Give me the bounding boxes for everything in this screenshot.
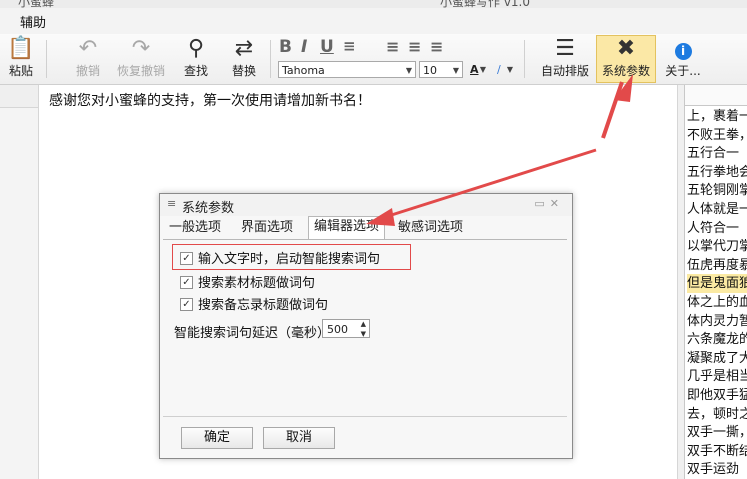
list-item[interactable]: 不败王拳， <box>687 126 747 145</box>
align-center-icon[interactable]: ≡ <box>408 37 421 56</box>
list-item[interactable]: 双手一撕， <box>687 423 747 442</box>
chevron-down-icon: ▼ <box>452 66 459 75</box>
menu-icon: ≡ <box>167 197 177 210</box>
dialog-title-bar: ≡ 系统参数 ▭✕ <box>160 194 572 216</box>
replace-icon: ⇄ <box>234 36 254 61</box>
list-item[interactable]: 凝聚成了大 <box>687 349 747 368</box>
paste-button[interactable]: 📋 粘贴 <box>6 36 36 82</box>
list-item[interactable]: 以掌代刀掌 <box>687 237 747 256</box>
toolbar: 📋 粘贴 ↶ 撤销 ↷ 恢复撤销 ⚲ 查找 ⇄ 替换 B I U ≡ ≡ ≡ ≡… <box>0 34 747 85</box>
redo-button[interactable]: ↷ 恢复撤销 <box>112 36 170 82</box>
auto-layout-button[interactable]: ☰ 自动排版 <box>536 36 594 82</box>
cancel-button[interactable]: 取消 <box>263 427 335 449</box>
system-params-dialog: ≡ 系统参数 ▭✕ 一般选项 界面选项 编辑器选项 敏感词选项 ✓ 输入文字时，启… <box>159 193 573 459</box>
font-size-select[interactable]: 10 ▼ <box>419 61 463 78</box>
spinner-arrows-icon[interactable]: ▲ ▼ <box>361 319 366 339</box>
delay-label: 智能搜索词句延迟（毫秒） <box>174 326 322 341</box>
left-panel <box>0 85 39 479</box>
underline-button[interactable]: U <box>320 37 334 57</box>
tab-sensitive-words[interactable]: 敏感词选项 <box>393 218 468 238</box>
tab-editor[interactable]: 编辑器选项 <box>308 216 386 240</box>
list-item[interactable]: 但是鬼面狼 <box>687 274 747 294</box>
ok-button[interactable]: 确定 <box>181 427 253 449</box>
option-memo-titles[interactable]: ✓ 搜索备忘录标题做词句 <box>180 294 328 313</box>
list-item[interactable]: 上，裹着一 <box>687 107 747 126</box>
option-smart-search[interactable]: ✓ 输入文字时，启动智能搜索词句 <box>180 248 380 267</box>
font-name-select[interactable]: Tahoma ▼ <box>278 61 416 78</box>
chevron-down-icon: ▼ <box>506 65 513 74</box>
tab-interface[interactable]: 界面选项 <box>236 218 298 238</box>
dialog-button-bar: 确定 取消 <box>163 416 567 453</box>
align-left-icon[interactable]: ≡ <box>386 37 399 56</box>
chevron-down-icon: ▼ <box>405 66 412 75</box>
tab-general[interactable]: 一般选项 <box>164 218 226 238</box>
strikethrough-icon[interactable]: ≡ <box>343 37 356 55</box>
editor-text: 感谢您对小蜜蜂的支持，第一次使用请增加新书名！ <box>49 93 371 109</box>
delay-spinbox[interactable]: 500 ▲ ▼ <box>322 319 370 338</box>
list-item[interactable]: 六条魔龙的 <box>687 330 747 349</box>
list-item[interactable]: 双手运劲 <box>687 460 747 479</box>
list-item[interactable]: 双手不断结 <box>687 442 747 461</box>
toolbar-divider <box>46 40 47 78</box>
material-panel-header <box>685 85 747 106</box>
checkbox-checked[interactable]: ✓ <box>180 298 193 311</box>
toolbar-divider <box>270 40 271 78</box>
font-color-button[interactable]: A ▼ <box>467 61 489 78</box>
undo-button[interactable]: ↶ 撤销 <box>70 36 106 82</box>
menu-item-assist[interactable]: 辅助 <box>20 12 46 31</box>
list-item[interactable]: 即他双手猛 <box>687 386 747 405</box>
redo-icon: ↷ <box>131 36 151 61</box>
list-item[interactable]: 人体就是一 <box>687 200 747 219</box>
option-material-titles[interactable]: ✓ 搜索素材标题做词句 <box>180 272 315 291</box>
undo-icon: ↶ <box>78 36 98 61</box>
bold-button[interactable]: B <box>279 37 292 57</box>
about-button[interactable]: i 关于... <box>658 36 708 82</box>
list-item[interactable]: 去，顿时之 <box>687 405 747 424</box>
align-right-icon[interactable]: ≡ <box>430 37 443 56</box>
list-item[interactable]: 伍虎再度暴 <box>687 256 747 275</box>
highlight-color-button[interactable]: ∕ ▼ <box>494 61 516 78</box>
list-item[interactable]: 体内灵力暂 <box>687 312 747 331</box>
material-panel: 上，裹着一 不败王拳， 五行合一 五行拳地会 五轮铜刚掌 人体就是一 人符合一 以掌代刀掌 伍虎… <box>684 85 747 479</box>
list-item[interactable]: 几乎是相当 <box>687 367 747 386</box>
window-controls[interactable]: ▭✕ <box>534 197 564 210</box>
menu-bar: 辅助 <box>0 8 747 35</box>
clipboard-icon: 📋 <box>7 36 35 61</box>
replace-button[interactable]: ⇄ 替换 <box>228 36 260 82</box>
list-item[interactable]: 五行合一 <box>687 144 747 163</box>
list-item[interactable]: 体之上的血 <box>687 293 747 312</box>
system-params-button[interactable]: ✖ 系统参数 <box>596 35 656 83</box>
left-panel-header <box>0 85 38 108</box>
info-icon: i <box>658 36 708 62</box>
toolbar-divider <box>524 40 525 78</box>
search-icon: ⚲ <box>187 36 205 61</box>
checkbox-checked[interactable]: ✓ <box>180 276 193 289</box>
chevron-down-icon: ▼ <box>479 65 486 74</box>
list-item[interactable]: 五行拳地会 <box>687 163 747 182</box>
title-bar: 小蜜蜂 小蜜蜂写作 v1.0 <box>0 0 747 8</box>
list-item[interactable]: 五轮铜刚掌 <box>687 181 747 200</box>
layout-icon: ☰ <box>555 36 575 61</box>
list-item[interactable]: 人符合一 <box>687 219 747 238</box>
tools-icon: ✖ <box>616 36 636 61</box>
checkbox-checked[interactable]: ✓ <box>180 252 193 265</box>
dialog-title: 系统参数 <box>182 201 235 216</box>
italic-button[interactable]: I <box>301 37 307 57</box>
window-title-left: 小蜜蜂 <box>18 0 55 8</box>
window-title: 小蜜蜂写作 v1.0 <box>440 0 531 8</box>
find-button[interactable]: ⚲ 查找 <box>180 36 212 82</box>
